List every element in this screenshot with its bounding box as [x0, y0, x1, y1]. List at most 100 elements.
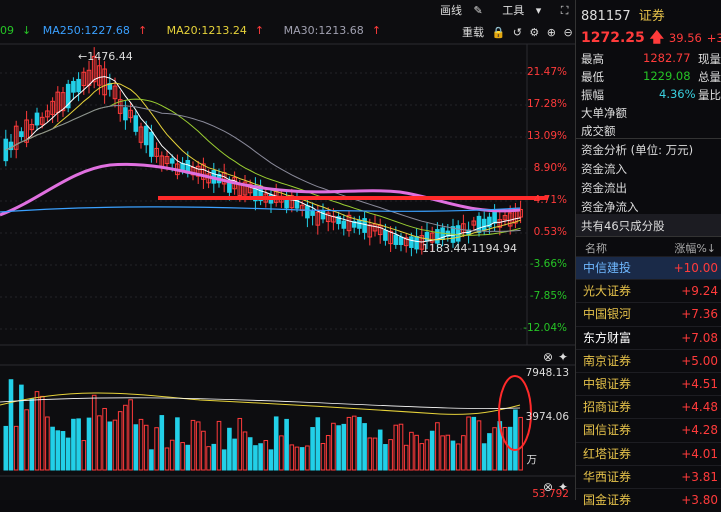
- stock-row[interactable]: 中信建投 +10.00: [576, 256, 721, 280]
- candle-body: [19, 131, 24, 138]
- stock-row[interactable]: 华西证券 +3.81: [576, 464, 721, 489]
- stock-name: 东方财富: [583, 330, 632, 345]
- volume-bar: [39, 395, 45, 471]
- table-header: 名称 涨幅%↓: [576, 236, 721, 257]
- stock-pct: +3.81: [681, 469, 718, 484]
- stock-name: 中银证券: [583, 377, 632, 391]
- volume-bar: [76, 418, 81, 471]
- stock-pct: +4.48: [681, 400, 718, 415]
- settings-volume-icon[interactable]: ✦: [558, 350, 568, 364]
- stock-row[interactable]: 中国银河 +7.36: [576, 302, 721, 326]
- low-row: 最低 1229.08 总量: [581, 69, 721, 84]
- volume-bar: [19, 384, 24, 471]
- volume-bar: [414, 434, 419, 471]
- volume-bar: [450, 440, 456, 471]
- volume-bar: [34, 391, 40, 471]
- volume-bar: [91, 394, 97, 471]
- volume-bar: [107, 421, 113, 471]
- volume-bar: [8, 379, 14, 471]
- ma-prefix: 09: [0, 24, 14, 37]
- volume-bar: [13, 425, 19, 471]
- stock-row[interactable]: 国信证券 +4.28: [576, 418, 721, 442]
- stock-name: 南京证券: [583, 353, 632, 368]
- volume-bar: [133, 424, 139, 471]
- ma10-line: [5, 82, 521, 241]
- settings-macd-icon[interactable]: ✦: [558, 480, 568, 494]
- tools-label: 工具: [502, 4, 525, 17]
- volume-bar: [336, 425, 341, 471]
- candle-body: [492, 211, 497, 224]
- stock-name: 红塔证券: [583, 446, 632, 461]
- volume-bar: [175, 417, 180, 471]
- stock-pct: +7.08: [681, 330, 718, 345]
- candle-body: [143, 125, 149, 146]
- volume-bar: [320, 442, 326, 471]
- stock-name: 招商证券: [583, 400, 632, 415]
- draw-line-button[interactable]: 画线 ✎: [440, 4, 491, 17]
- pct-label: 8.90%: [533, 162, 567, 174]
- volume-bar: [289, 444, 295, 471]
- volume-bar: [81, 440, 87, 471]
- close-volume-icon[interactable]: ⊗: [543, 350, 553, 364]
- pencil-icon: ✎: [473, 4, 483, 17]
- turnover-row: 成交额: [581, 124, 616, 138]
- volume-bar: [201, 430, 206, 471]
- current-price: 1272.25: [581, 30, 645, 46]
- stock-row[interactable]: 招商证券 +4.48: [576, 395, 721, 419]
- big-net-row: 大单净额: [581, 106, 627, 120]
- stock-pct: +4.51: [681, 377, 718, 391]
- volume-bar: [128, 399, 133, 471]
- volume-bar: [325, 435, 331, 471]
- stock-pct: +9.24: [681, 284, 718, 299]
- candle-body: [76, 78, 81, 93]
- volume-bar: [331, 422, 336, 471]
- stock-name: 中国银河: [583, 307, 632, 322]
- high-row: 最高 1282.77 现量: [581, 51, 721, 66]
- col-pct[interactable]: 涨幅%↓: [674, 240, 716, 256]
- volume-bar: [461, 435, 466, 471]
- volume-bar: [112, 419, 118, 471]
- stock-row[interactable]: 光大证券 +9.24: [576, 279, 721, 303]
- stock-pct: +4.01: [681, 446, 718, 461]
- volume-bar: [55, 430, 61, 471]
- stock-pct: +7.36: [681, 307, 718, 322]
- volume-bar: [3, 425, 9, 471]
- volume-bar: [315, 417, 321, 471]
- volume-bar: [440, 435, 445, 471]
- candle-body: [341, 220, 347, 229]
- ma250-label: MA250:1227.68 ↑: [42, 24, 148, 37]
- volume-bar: [258, 443, 263, 471]
- pct-label: 21.47%: [526, 66, 567, 78]
- volume-bar: [242, 431, 248, 471]
- candle-body: [476, 215, 482, 233]
- stock-row[interactable]: 中银证券 +4.51: [576, 372, 721, 396]
- amp-row: 振幅 4.36% 量比: [581, 87, 721, 102]
- volume-bar: [24, 409, 29, 471]
- fund-analysis-title: 资金分析 (单位: 万元): [581, 143, 694, 157]
- stock-row[interactable]: 南京证券 +5.00: [576, 348, 721, 373]
- volume-bar: [180, 442, 185, 471]
- volume-bar: [123, 404, 128, 471]
- candle-body: [310, 210, 315, 216]
- tools-button[interactable]: 工具 ▾: [502, 4, 549, 17]
- stock-row[interactable]: 东方财富 +7.08: [576, 325, 721, 350]
- down-arrow-icon: ↓: [22, 24, 32, 37]
- stock-pct: +5.00: [681, 353, 718, 368]
- candle-body: [393, 234, 399, 245]
- index-code: 881157: [581, 9, 631, 24]
- volume-bar: [455, 443, 461, 471]
- chart-toolbar: 画线 ✎ 工具 ▾ ⛶ ✕: [440, 2, 597, 20]
- volume-bar: [409, 431, 414, 471]
- stock-row[interactable]: 红塔证券 +4.01: [576, 441, 721, 466]
- kline-chart-area[interactable]: 画线 ✎ 工具 ▾ ⛶ ✕ 重载 🔒 ↺ ⚙ ⊕ ⊖ 09↓ MA250:122…: [0, 0, 589, 500]
- volume-bar: [419, 443, 425, 471]
- stock-row[interactable]: 国金证券 +3.80: [576, 488, 721, 512]
- expand-icon[interactable]: ⛶: [561, 4, 569, 17]
- stock-name: 光大证券: [583, 284, 632, 299]
- volume-bar: [159, 415, 165, 471]
- close-macd-icon[interactable]: ⊗: [543, 480, 553, 494]
- col-name[interactable]: 名称: [585, 240, 607, 256]
- fund-in-row: 资金流入: [581, 162, 627, 176]
- pct-label: 4.71%: [533, 194, 567, 206]
- candle-body: [169, 158, 175, 164]
